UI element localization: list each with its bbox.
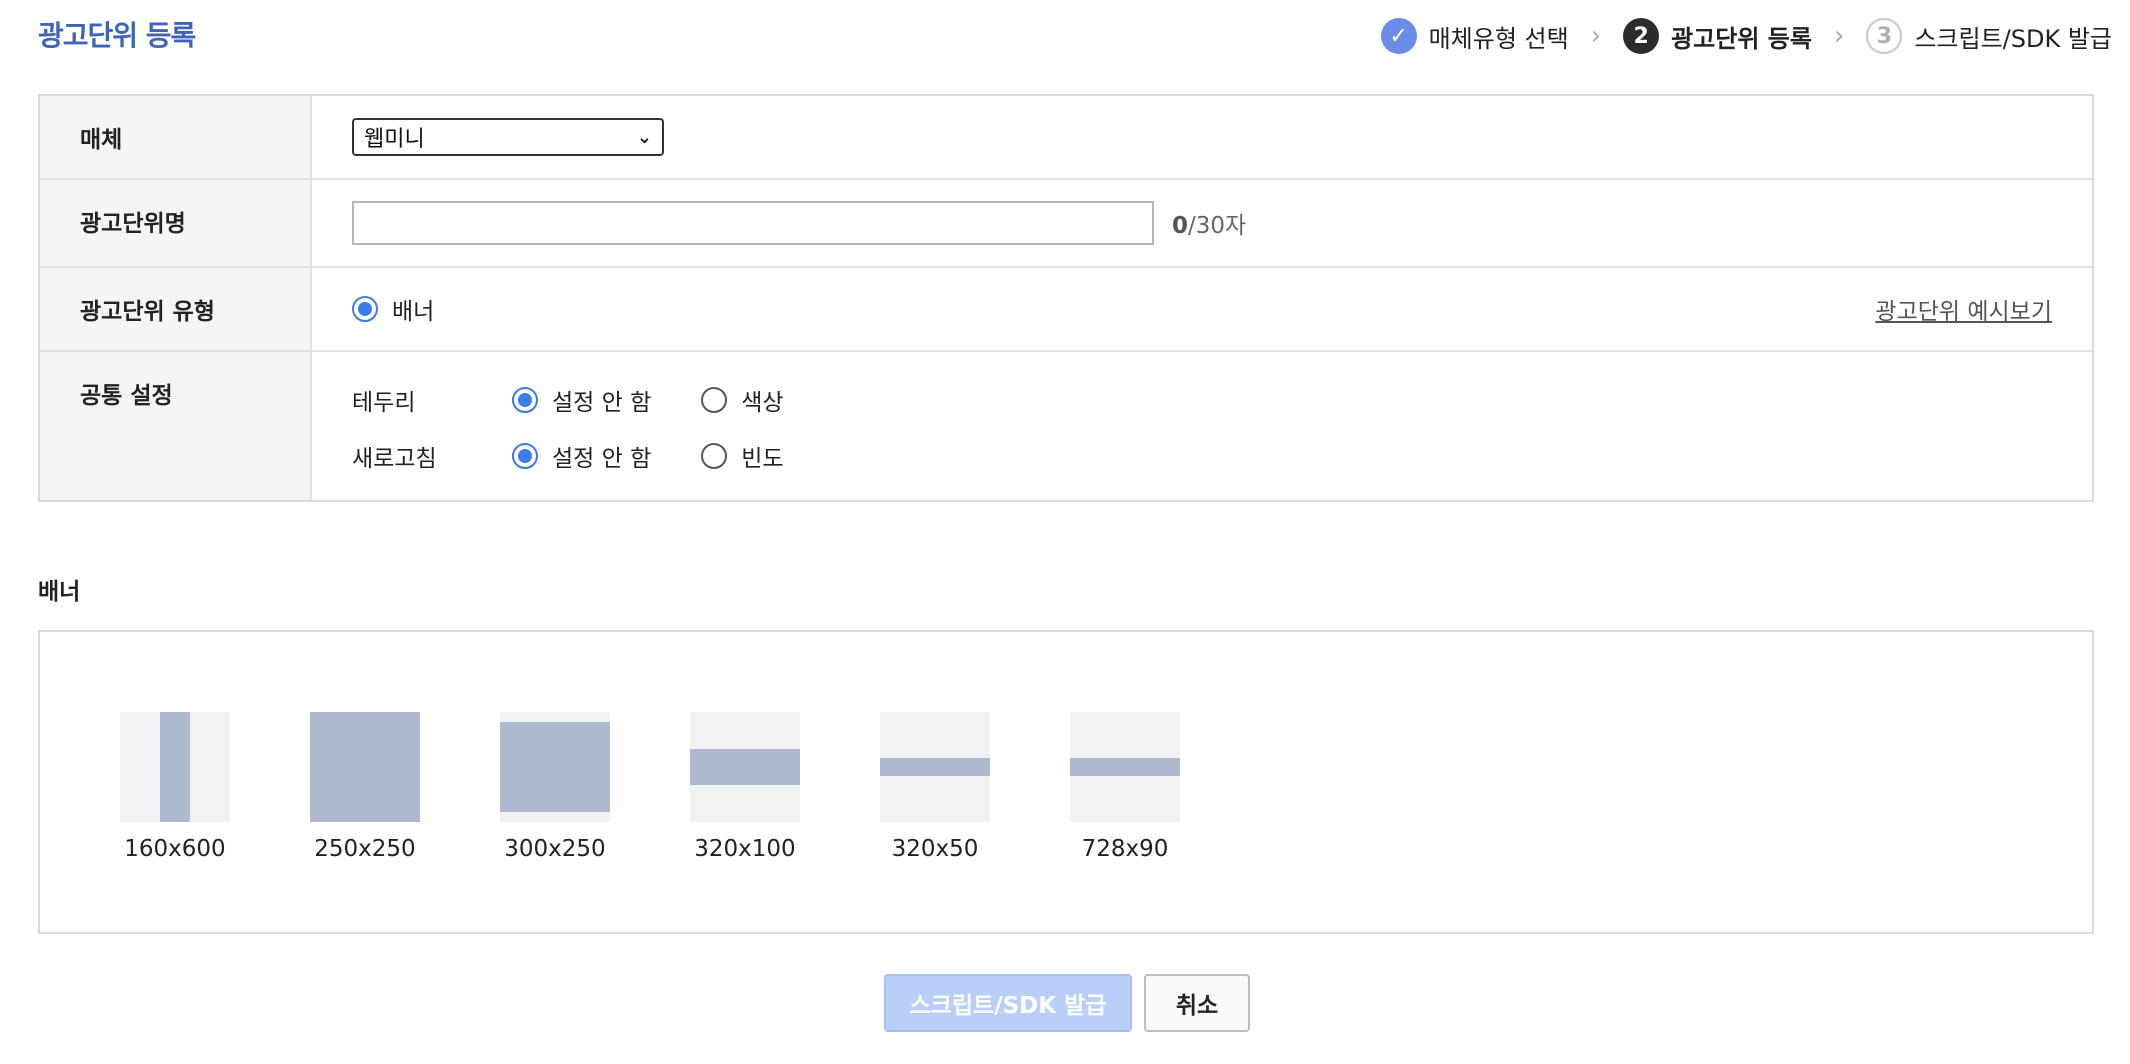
banner-size-320x50[interactable]: 320x50: [880, 712, 990, 862]
media-label: 매체: [40, 96, 312, 178]
refresh-frequency-label: 빈도: [741, 446, 784, 472]
radio-checked-icon: [352, 296, 378, 322]
step-3: 3 스크립트/SDK 발급: [1866, 18, 2112, 54]
check-icon: ✓: [1380, 18, 1417, 54]
banner-size-label: 160x600: [124, 836, 226, 862]
refresh-setting: 새로고침 설정 안 함 빈도: [352, 439, 834, 473]
banner-thumbnail: [690, 712, 800, 822]
type-banner-label: 배너: [392, 299, 435, 325]
chevron-right-icon: ›: [1833, 21, 1845, 51]
media-select[interactable]: 웹미니 ⌄: [352, 118, 664, 156]
step-indicator: ✓ 매체유형 선택 › 2 광고단위 등록 › 3 스크립트/SDK 발급: [1380, 18, 2112, 54]
banner-thumbnail: [880, 712, 990, 822]
refresh-label: 새로고침: [352, 446, 437, 472]
banner-thumbnail: [1070, 712, 1180, 822]
refresh-none-label: 설정 안 함: [552, 446, 652, 472]
banner-size-160x600[interactable]: 160x600: [120, 712, 230, 862]
refresh-frequency-radio[interactable]: 빈도: [701, 439, 784, 473]
banner-size-label: 320x100: [694, 836, 796, 862]
ad-unit-form: 매체 웹미니 ⌄ 광고단위명 0/30자 광고단위 유형 배너 광고단위 예시보…: [38, 94, 2094, 502]
cancel-button[interactable]: 취소: [1144, 974, 1250, 1032]
step-3-label: 스크립트/SDK 발급: [1914, 24, 2112, 53]
banner-size-label: 250x250: [314, 836, 416, 862]
border-none-radio[interactable]: 설정 안 함: [512, 383, 651, 417]
border-label: 테두리: [352, 390, 416, 416]
banner-size-320x100[interactable]: 320x100: [690, 712, 800, 862]
border-color-label: 색상: [741, 390, 784, 416]
border-color-radio[interactable]: 색상: [701, 383, 784, 417]
ad-unit-name-input[interactable]: [352, 201, 1154, 245]
banner-size-label: 320x50: [891, 836, 979, 862]
border-setting: 테두리 설정 안 함 색상: [352, 383, 834, 417]
page-title: 광고단위 등록: [38, 19, 196, 52]
banner-size-300x250[interactable]: 300x250: [500, 712, 610, 862]
form-row-common-settings: 공통 설정 테두리 설정 안 함 색상 새로고침 설정 안 함 빈도: [40, 352, 2092, 500]
radio-checked-icon: [512, 443, 538, 469]
step-2: 2 광고단위 등록: [1623, 18, 1812, 54]
form-row-ad-unit-name: 광고단위명 0/30자: [40, 180, 2092, 268]
banner-size-label: 300x250: [504, 836, 606, 862]
ad-unit-preview-link[interactable]: 광고단위 예시보기: [1875, 292, 2052, 326]
step-3-number: 3: [1866, 18, 1903, 54]
banner-size-250x250[interactable]: 250x250: [310, 712, 420, 862]
step-2-label: 광고단위 등록: [1671, 24, 1812, 53]
char-count-max: /30자: [1188, 213, 1247, 239]
form-row-media: 매체 웹미니 ⌄: [40, 96, 2092, 180]
media-select-value: 웹미니: [364, 127, 425, 152]
radio-unchecked-icon: [701, 443, 728, 469]
type-banner-radio[interactable]: 배너: [352, 292, 434, 326]
step-1: ✓ 매체유형 선택: [1380, 18, 1569, 54]
radio-unchecked-icon: [701, 387, 728, 413]
banner-size-list: 160x600 250x250 300x250 320x100 320x50 7…: [38, 630, 2094, 934]
banner-thumbnail: [120, 712, 230, 822]
ad-unit-name-label: 광고단위명: [40, 180, 312, 266]
step-2-number: 2: [1623, 18, 1660, 54]
char-counter: 0/30자: [1172, 206, 1246, 240]
banner-section-title: 배너: [38, 579, 81, 605]
refresh-none-radio[interactable]: 설정 안 함: [512, 439, 651, 473]
step-1-label: 매체유형 선택: [1428, 24, 1569, 53]
banner-thumbnail: [310, 712, 420, 822]
banner-size-label: 728x90: [1081, 836, 1169, 862]
form-row-ad-unit-type: 광고단위 유형 배너 광고단위 예시보기: [40, 268, 2092, 352]
border-none-label: 설정 안 함: [552, 390, 652, 416]
chevron-right-icon: ›: [1590, 21, 1602, 51]
char-count-current: 0: [1172, 213, 1189, 239]
radio-checked-icon: [512, 387, 538, 413]
chevron-down-icon: ⌄: [636, 126, 652, 148]
common-settings-label: 공통 설정: [40, 352, 312, 500]
issue-script-sdk-button[interactable]: 스크립트/SDK 발급: [884, 974, 1132, 1032]
banner-thumbnail: [500, 712, 610, 822]
ad-unit-type-label: 광고단위 유형: [40, 268, 312, 350]
banner-size-728x90[interactable]: 728x90: [1070, 712, 1180, 862]
